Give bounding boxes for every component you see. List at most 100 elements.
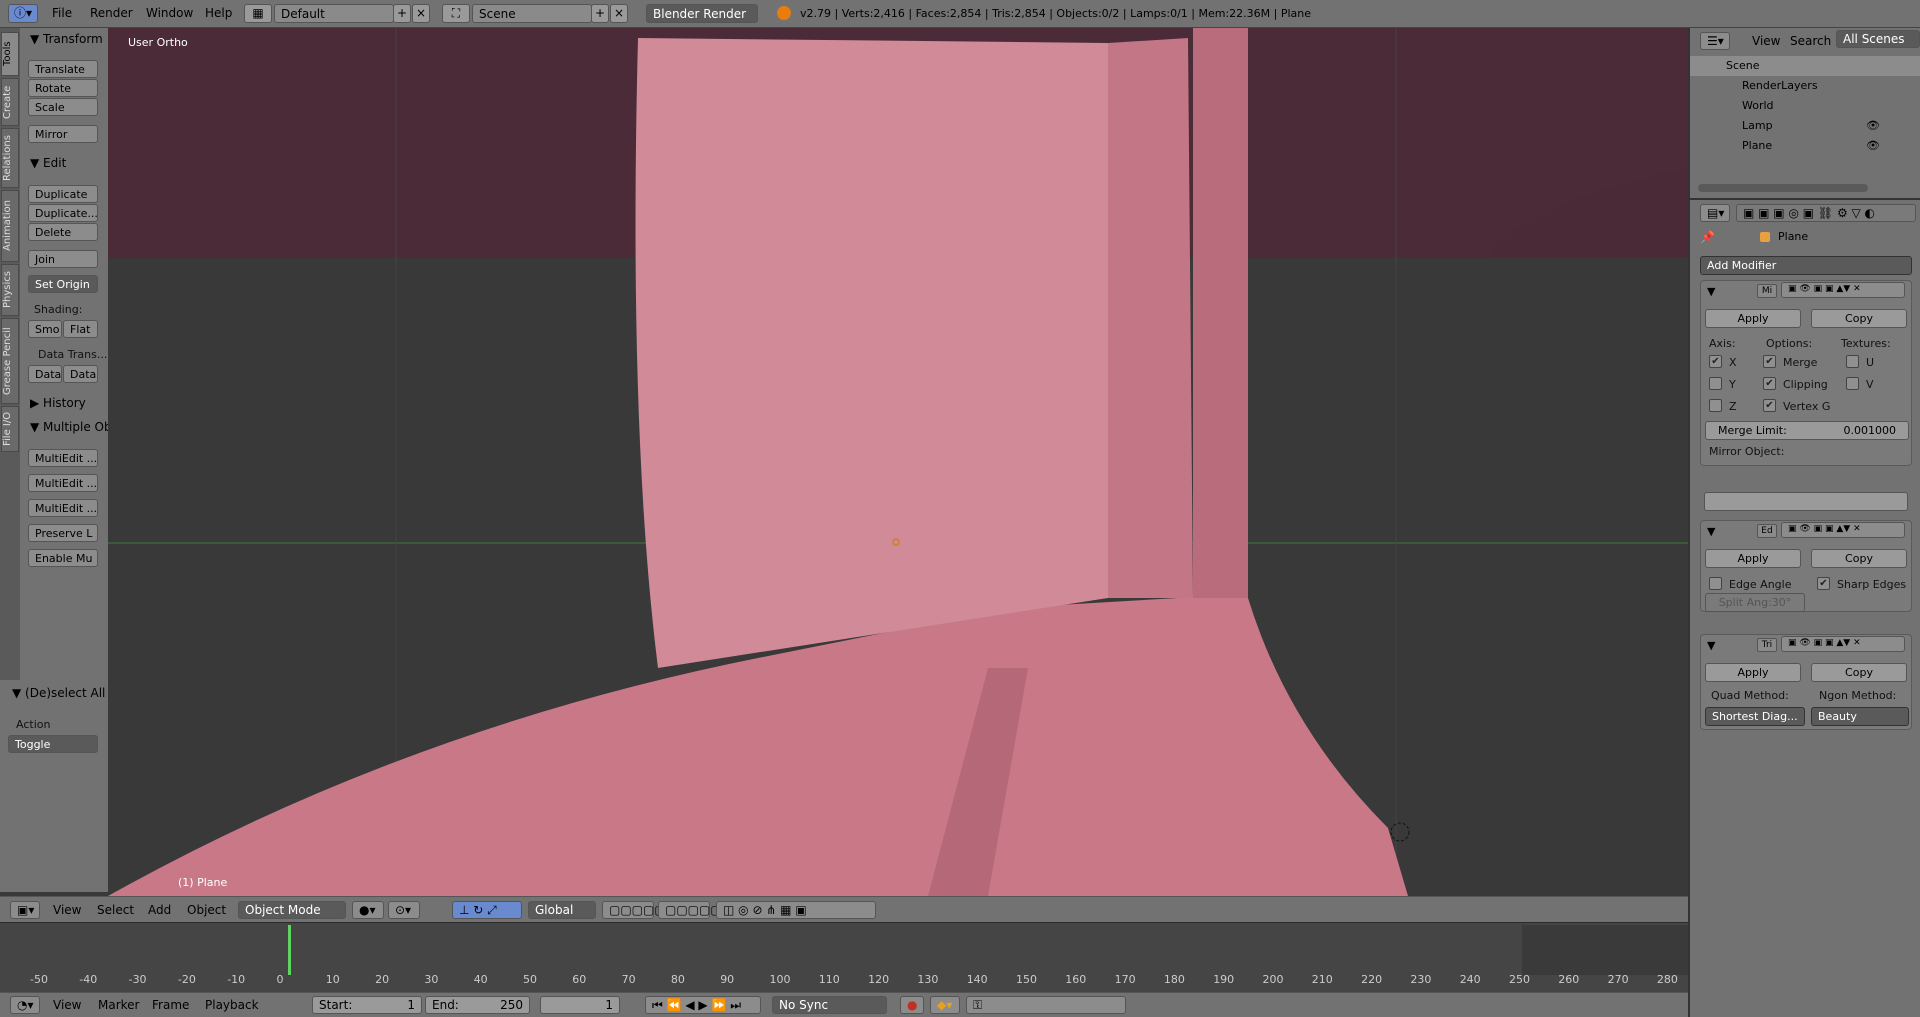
operator-header[interactable]: ▼ (De)select All — [12, 686, 105, 700]
menu-add[interactable]: Add — [148, 903, 171, 917]
tab-grease-pencil[interactable]: Grease Pencil — [1, 318, 19, 404]
keying-set-field[interactable]: ⚿ — [966, 996, 1126, 1014]
playback-controls[interactable]: ⏮ ⏪ ◀ ▶ ⏩ ⏭ — [645, 996, 761, 1014]
flat-button[interactable]: Flat — [63, 320, 98, 338]
modifier-toggle-icons[interactable]: ▣ 👁 ▣ ▣ ▲▼ ✕ — [1781, 282, 1905, 298]
outliner-row-plane[interactable]: Plane 👁 — [1690, 136, 1920, 156]
scale-button[interactable]: Scale — [28, 98, 98, 116]
menu-help[interactable]: Help — [205, 6, 232, 20]
quad-method-select[interactable]: Shortest Diag... — [1705, 707, 1805, 726]
sync-select[interactable]: No Sync — [772, 996, 887, 1014]
duplicate-linked-button[interactable]: Duplicate... — [28, 204, 98, 222]
merge-limit-field[interactable]: Merge Limit: 0.001000 — [1705, 421, 1909, 440]
vertex-groups-checkbox[interactable]: ✔ — [1763, 399, 1776, 412]
outliner-row-lamp[interactable]: Lamp 👁 — [1690, 116, 1920, 136]
translate-button[interactable]: Translate — [28, 60, 98, 78]
outliner-display-select[interactable]: All Scenes — [1836, 30, 1920, 48]
smooth-button[interactable]: Smo — [28, 320, 62, 338]
modifier-toggle-icons[interactable]: ▣ 👁 ▣ ▣ ▲▼ ✕ — [1781, 636, 1905, 652]
layout-icon[interactable]: ▦ — [244, 4, 272, 23]
eye-icon[interactable]: 👁 — [1866, 119, 1880, 132]
timeline-menu-playback[interactable]: Playback — [205, 998, 259, 1012]
outliner-editor-icon[interactable]: ☰▾ — [1700, 32, 1730, 50]
collapse-toggle[interactable]: ▼ — [1707, 525, 1715, 538]
properties-editor-icon[interactable]: ▤▾ — [1700, 204, 1730, 222]
eye-icon[interactable]: 👁 — [1866, 139, 1880, 152]
snap-render-icons[interactable]: ◫ ◎ ⊘ ⋔ ▦ ▣ — [716, 901, 876, 919]
start-frame-field[interactable]: Start: 1 — [312, 996, 422, 1014]
multiedit-button-3[interactable]: MultiEdit ... — [28, 499, 98, 517]
editor-type-icon[interactable]: ▣▾ — [10, 901, 40, 919]
tab-relations[interactable]: Relations — [1, 128, 19, 188]
delete-button[interactable]: Delete — [28, 223, 98, 241]
ngon-method-select[interactable]: Beauty — [1811, 707, 1909, 726]
enable-multiedit-button[interactable]: Enable Mu — [28, 549, 98, 567]
3d-cursor[interactable] — [1390, 822, 1410, 842]
record-icon[interactable]: ● — [900, 996, 924, 1014]
tab-tools[interactable]: Tools — [1, 32, 19, 76]
axis-z-checkbox[interactable] — [1709, 399, 1722, 412]
mode-select[interactable]: Object Mode — [238, 901, 346, 919]
axis-x-checkbox[interactable]: ✔ — [1709, 355, 1722, 368]
join-button[interactable]: Join — [28, 250, 98, 268]
tab-file-io[interactable]: File I/O — [1, 406, 19, 452]
close-scene-icon[interactable]: × — [610, 4, 628, 23]
clipping-checkbox[interactable]: ✔ — [1763, 377, 1776, 390]
outliner-row-scene[interactable]: Scene — [1690, 56, 1920, 76]
triangulate-apply-button[interactable]: Apply — [1705, 663, 1801, 682]
scene-field[interactable]: Scene — [472, 4, 592, 23]
layout-field[interactable]: Default — [274, 4, 394, 23]
data-transfer-button-2[interactable]: Data — [63, 365, 98, 383]
add-scene-icon[interactable]: + — [591, 4, 609, 23]
set-origin-select[interactable]: Set Origin — [28, 275, 98, 293]
edge-split-apply-button[interactable]: Apply — [1705, 549, 1801, 568]
outliner-menu-search[interactable]: Search — [1790, 34, 1831, 48]
timeline-menu-view[interactable]: View — [53, 998, 81, 1012]
texture-v-checkbox[interactable] — [1846, 377, 1859, 390]
current-frame-field[interactable]: 1 — [540, 996, 620, 1014]
pivot-icon[interactable]: ⊙▾ — [388, 901, 420, 919]
end-frame-field[interactable]: End: 250 — [425, 996, 530, 1014]
action-select[interactable]: Toggle — [8, 735, 98, 753]
axis-y-checkbox[interactable] — [1709, 377, 1722, 390]
mirror-object-field[interactable] — [1704, 492, 1908, 511]
modifier-name-field[interactable]: Ed — [1757, 524, 1777, 538]
outliner-menu-view[interactable]: View — [1752, 34, 1780, 48]
shading-mode-icon[interactable]: ●▾ — [352, 901, 384, 919]
render-engine-select[interactable]: Blender Render — [646, 4, 758, 23]
edge-split-copy-button[interactable]: Copy — [1811, 549, 1907, 568]
multiedit-button-2[interactable]: MultiEdit ... — [28, 474, 98, 492]
modifier-name-field[interactable]: Tri — [1757, 638, 1777, 652]
data-transfer-button-1[interactable]: Data — [28, 365, 62, 383]
duplicate-button[interactable]: Duplicate — [28, 185, 98, 203]
texture-u-checkbox[interactable] — [1846, 355, 1859, 368]
sharp-edges-checkbox[interactable]: ✔ — [1817, 577, 1830, 590]
mirror-apply-button[interactable]: Apply — [1705, 309, 1801, 328]
history-panel-header[interactable]: ▶ History — [30, 396, 86, 410]
3d-viewport[interactable]: User Ortho (1) Plane — [108, 28, 1688, 896]
info-editor-icon[interactable]: ⓘ▾ — [8, 4, 38, 23]
menu-window[interactable]: Window — [146, 6, 193, 20]
current-frame-indicator[interactable] — [288, 925, 291, 975]
rotate-button[interactable]: Rotate — [28, 79, 98, 97]
layers-grid-2[interactable]: ▢▢▢▢▢ — [658, 901, 722, 919]
timeline-menu-frame[interactable]: Frame — [152, 998, 189, 1012]
properties-context-tabs[interactable]: ▣ ▣ ▣ ◎ ▣ ⛓ ⚙ ▽ ◐ — [1736, 204, 1916, 222]
scene-icon[interactable]: ⛶ — [442, 4, 470, 23]
preserve-button[interactable]: Preserve L — [28, 524, 98, 542]
tab-physics[interactable]: Physics — [1, 264, 19, 316]
split-angle-field[interactable]: Split Ang:30° — [1705, 593, 1805, 612]
close-layout-icon[interactable]: × — [412, 4, 430, 23]
manipulator-icons[interactable]: ⊥ ↻ ⤢ — [452, 901, 522, 919]
modifier-name-field[interactable]: Mi — [1757, 284, 1777, 298]
menu-file[interactable]: File — [52, 6, 72, 20]
outliner-row-renderlayers[interactable]: RenderLayers — [1690, 76, 1920, 96]
tab-create[interactable]: Create — [1, 78, 19, 126]
add-modifier-select[interactable]: Add Modifier — [1700, 256, 1912, 275]
triangulate-copy-button[interactable]: Copy — [1811, 663, 1907, 682]
multiedit-button-1[interactable]: MultiEdit ... — [28, 449, 98, 467]
outliner-row-world[interactable]: World — [1690, 96, 1920, 116]
modifier-toggle-icons[interactable]: ▣ 👁 ▣ ▣ ▲▼ ✕ — [1781, 522, 1905, 538]
orientation-select[interactable]: Global — [528, 901, 596, 919]
outliner-scrollbar[interactable] — [1698, 184, 1868, 192]
